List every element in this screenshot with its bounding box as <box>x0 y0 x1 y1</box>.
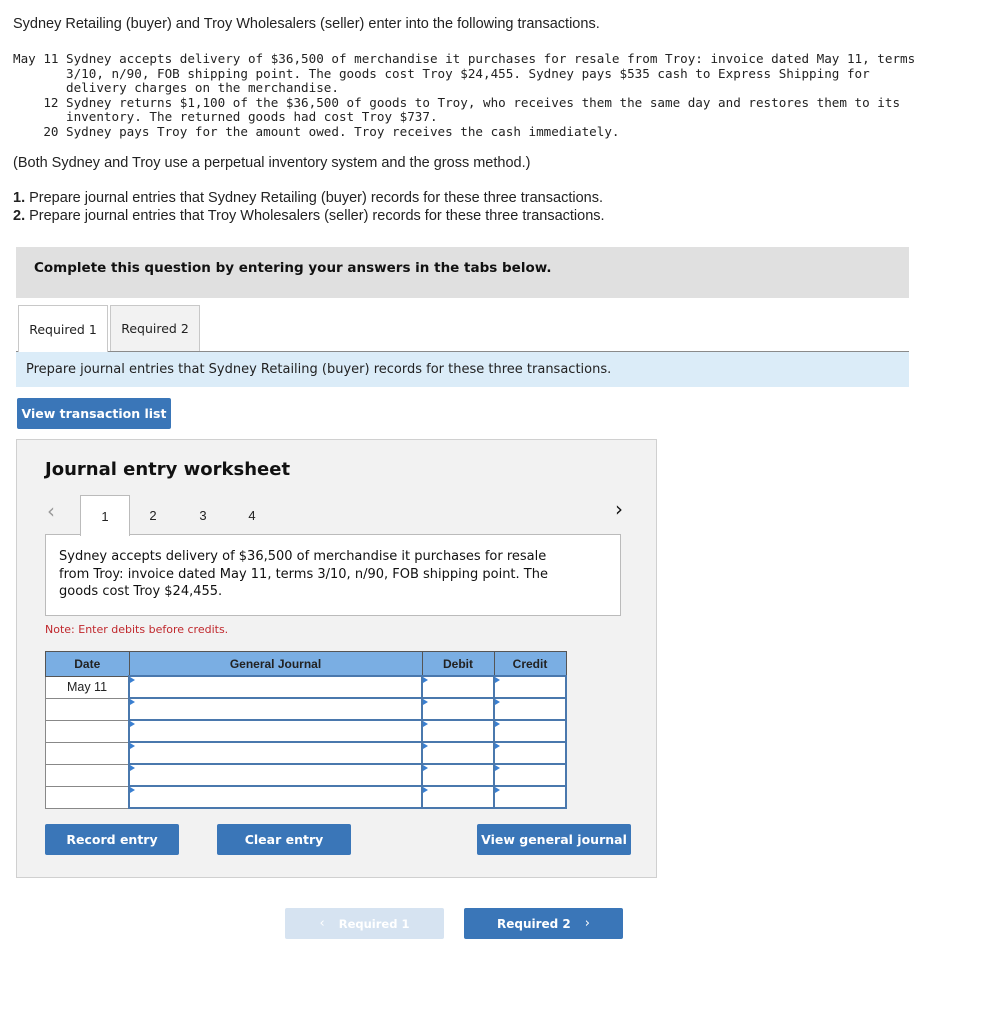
instruction-text: Prepare journal entries that Sydney Reta… <box>26 362 612 377</box>
debits-note: Note: Enter debits before credits. <box>45 623 229 636</box>
debit-input[interactable] <box>421 785 495 809</box>
account-input[interactable] <box>128 697 423 721</box>
entry-tab-2[interactable]: 2 <box>129 495 177 535</box>
account-input[interactable] <box>128 719 423 743</box>
date-cell: May 11 <box>45 675 130 699</box>
journal-row <box>45 785 567 809</box>
banner-text: Complete this question by entering your … <box>34 260 552 276</box>
prev-required-button: ‹ Required 1 <box>285 908 444 939</box>
worksheet-title: Journal entry worksheet <box>45 459 291 480</box>
transaction-text: Sydney returns $1,100 of the $36,500 of … <box>66 94 901 125</box>
transaction-list: May 11 Sydney accepts delivery of $36,50… <box>13 51 926 140</box>
requirements-list: 1. Prepare journal entries that Sydney R… <box>13 190 605 225</box>
chevron-right-icon: › <box>584 916 590 931</box>
credit-input[interactable] <box>493 785 567 809</box>
chevron-left-icon: ‹ <box>319 916 325 931</box>
debit-input[interactable] <box>421 741 495 765</box>
entry-tab-1[interactable]: 1 <box>80 495 130 536</box>
transaction-date: 20 <box>13 123 59 139</box>
instruction-banner: Complete this question by entering your … <box>16 247 909 298</box>
record-entry-button[interactable]: Record entry <box>45 824 179 855</box>
transaction-row: May 11 Sydney accepts delivery of $36,50… <box>13 51 926 96</box>
transaction-row: 20 Sydney pays Troy for the amount owed.… <box>13 123 926 140</box>
entry-description: Sydney accepts delivery of $36,500 of me… <box>59 549 548 599</box>
prev-entry-chevron-icon[interactable]: ‹ <box>47 499 55 523</box>
date-cell <box>45 763 130 787</box>
transaction-date: May 11 <box>13 51 59 66</box>
next-required-button[interactable]: Required 2 › <box>464 908 623 939</box>
credit-input[interactable] <box>493 763 567 787</box>
entry-tab-3[interactable]: 3 <box>179 495 227 535</box>
credit-input[interactable] <box>493 697 567 721</box>
transaction-row: 12 Sydney returns $1,100 of the $36,500 … <box>13 94 926 125</box>
requirement-tabs: Required 1 Required 2 <box>16 305 909 352</box>
debit-input[interactable] <box>421 763 495 787</box>
next-required-label: Required 2 <box>496 916 571 931</box>
journal-row <box>45 763 567 787</box>
journal-table: Date General Journal Debit Credit May 11 <box>45 651 567 809</box>
account-input[interactable] <box>128 675 423 699</box>
journal-row <box>45 719 567 743</box>
debit-input[interactable] <box>421 697 495 721</box>
entry-tab-4[interactable]: 4 <box>228 495 276 535</box>
transaction-text: Sydney pays Troy for the amount owed. Tr… <box>66 123 620 139</box>
clear-entry-button[interactable]: Clear entry <box>217 824 351 855</box>
journal-entry-worksheet: Journal entry worksheet ‹ 1 2 3 4 › Sydn… <box>16 439 657 878</box>
requirement-number: 2. <box>13 207 26 224</box>
view-transaction-list-button[interactable]: View transaction list <box>17 398 171 429</box>
journal-header-row: Date General Journal Debit Credit <box>45 651 567 677</box>
tab-required-1[interactable]: Required 1 <box>18 305 108 352</box>
debit-input[interactable] <box>421 719 495 743</box>
journal-row: May 11 <box>45 675 567 699</box>
next-entry-chevron-icon[interactable]: › <box>615 497 623 521</box>
problem-intro: Sydney Retailing (buyer) and Troy Wholes… <box>13 16 600 32</box>
requirement-text: Prepare journal entries that Troy Wholes… <box>25 207 605 224</box>
requirement-item: 2. Prepare journal entries that Troy Who… <box>13 208 605 226</box>
header-date: Date <box>45 651 130 677</box>
tab-required-2[interactable]: Required 2 <box>110 305 200 351</box>
date-cell <box>45 697 130 721</box>
credit-input[interactable] <box>493 719 567 743</box>
date-cell <box>45 741 130 765</box>
requirement-number: 1. <box>13 190 26 206</box>
header-general-journal: General Journal <box>128 651 423 677</box>
transaction-text: Sydney accepts delivery of $36,500 of me… <box>66 51 916 96</box>
prev-required-label: Required 1 <box>338 916 410 931</box>
account-input[interactable] <box>128 785 423 809</box>
journal-row <box>45 697 567 721</box>
date-cell <box>45 785 130 809</box>
tab-instruction: Prepare journal entries that Sydney Reta… <box>16 352 909 387</box>
header-credit: Credit <box>493 651 567 677</box>
credit-input[interactable] <box>493 675 567 699</box>
header-debit: Debit <box>421 651 495 677</box>
transaction-date: 12 <box>13 94 59 110</box>
entry-description-box: Sydney accepts delivery of $36,500 of me… <box>45 534 621 616</box>
journal-row <box>45 741 567 765</box>
debit-input[interactable] <box>421 675 495 699</box>
account-input[interactable] <box>128 763 423 787</box>
requirement-item: 1. Prepare journal entries that Sydney R… <box>13 190 605 208</box>
credit-input[interactable] <box>493 741 567 765</box>
view-general-journal-button[interactable]: View general journal <box>477 824 631 855</box>
requirement-text: Prepare journal entries that Sydney Reta… <box>25 190 603 206</box>
inventory-note: (Both Sydney and Troy use a perpetual in… <box>13 155 531 171</box>
date-cell <box>45 719 130 743</box>
account-input[interactable] <box>128 741 423 765</box>
